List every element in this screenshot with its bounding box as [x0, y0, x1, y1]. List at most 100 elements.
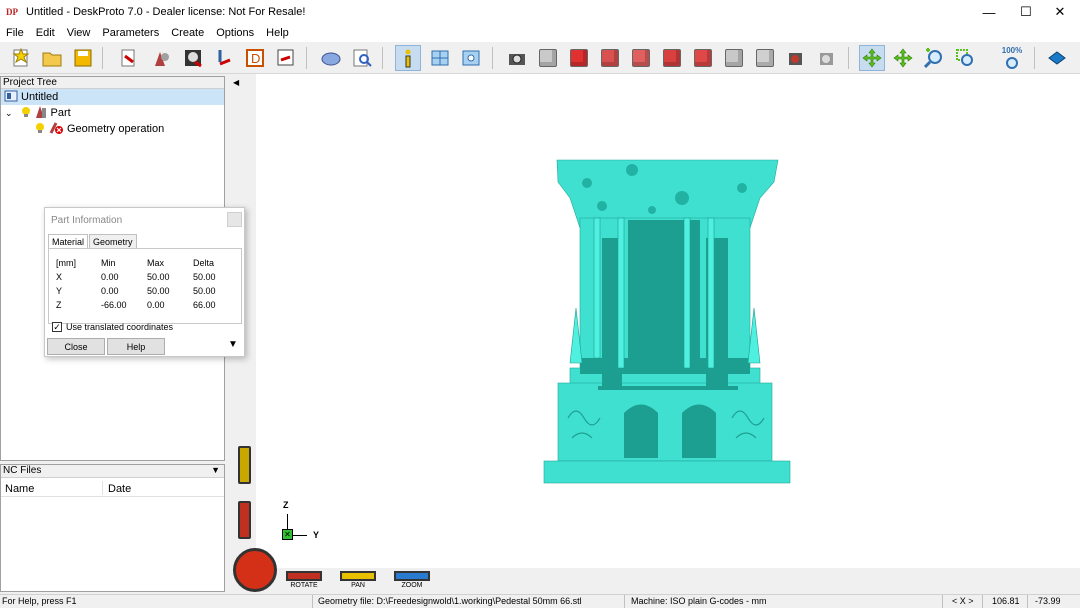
open-folder-icon[interactable]	[39, 45, 65, 71]
app-logo: DP	[6, 7, 18, 17]
view-cube-icon[interactable]	[752, 45, 778, 71]
rotate-view-icon[interactable]	[783, 45, 809, 71]
import-part-icon[interactable]	[116, 45, 142, 71]
menu-view[interactable]: View	[61, 27, 97, 39]
zoom-label: ZOOM	[401, 582, 423, 589]
tree-label-project: Untitled	[21, 91, 59, 103]
dialog-close-icon[interactable]	[227, 212, 242, 227]
pan-slider[interactable]	[340, 571, 376, 581]
info-icon[interactable]	[395, 45, 421, 71]
row-max: 50.00	[147, 286, 170, 296]
nc-column-date[interactable]: Date	[108, 483, 131, 495]
viewports-icon[interactable]	[427, 45, 453, 71]
help-button[interactable]: Help	[107, 338, 165, 355]
rotate-dial-icon[interactable]	[233, 548, 277, 592]
menu-help[interactable]: Help	[260, 27, 295, 39]
nc-files-header: NC Files	[3, 465, 42, 476]
export-icon[interactable]	[273, 45, 299, 71]
rotate-mode-icon[interactable]	[859, 45, 885, 71]
preview-icon[interactable]	[349, 45, 375, 71]
view-right-icon[interactable]	[659, 45, 685, 71]
zoom-100-label: 100%	[1001, 45, 1023, 55]
operation-error-icon	[49, 121, 63, 138]
view-back-icon[interactable]	[597, 45, 623, 71]
tree-item-geometry-operation[interactable]: Geometry operation	[35, 121, 164, 137]
viewport-3d[interactable]: ◀ ROTATE PAN ZOOM Z ✕ Y	[230, 74, 1080, 594]
title-bar: DP Untitled - DeskProto 7.0 - Dealer lic…	[0, 0, 1080, 24]
axis-z-label: Z	[283, 500, 289, 510]
expand-chevron-icon[interactable]: ⌄	[5, 108, 13, 119]
collapse-panel-icon[interactable]: ◀	[233, 78, 239, 87]
viewport-bottom-strip: ROTATE PAN ZOOM	[230, 568, 1080, 594]
menu-create[interactable]: Create	[165, 27, 210, 39]
menu-options[interactable]: Options	[210, 27, 260, 39]
translated-coordinates-checkbox[interactable]: ✓ Use translated coordinates	[52, 322, 173, 332]
menu-parameters[interactable]: Parameters	[96, 27, 165, 39]
zoom-window-icon[interactable]	[952, 45, 978, 71]
view-front-icon[interactable]	[566, 45, 592, 71]
save-icon[interactable]	[70, 45, 96, 71]
zoom-100-icon[interactable]: 100%	[999, 45, 1025, 71]
menu-bar: File Edit View Parameters Create Options…	[0, 24, 1080, 42]
close-window-button[interactable]: ✕	[1037, 0, 1080, 24]
status-help: For Help, press F1	[2, 596, 77, 606]
row-delta: 50.00	[193, 286, 216, 296]
new-file-icon[interactable]	[8, 45, 34, 71]
view-top-icon[interactable]	[690, 45, 716, 71]
manual-icon[interactable]	[1044, 45, 1070, 71]
view-iso-icon[interactable]	[535, 45, 561, 71]
rotate-slider[interactable]	[286, 571, 322, 581]
status-machine: Machine: ISO plain G-codes - mm	[631, 596, 767, 606]
status-y-value: -73.99	[1035, 596, 1061, 606]
menu-file[interactable]: File	[0, 27, 30, 39]
toolbar: D 100%	[0, 42, 1080, 74]
window-title: Untitled - DeskProto 7.0 - Dealer licens…	[26, 6, 306, 18]
menu-edit[interactable]: Edit	[30, 27, 61, 39]
image-operation-icon[interactable]	[180, 45, 206, 71]
zoom-mode-icon[interactable]	[921, 45, 947, 71]
table-header-max: Max	[147, 258, 165, 268]
rotate-wheel-icon[interactable]	[238, 501, 251, 539]
dimensions-table: [mm] Min Max Delta X 0.00 50.00 50.00 Y …	[48, 248, 242, 324]
single-viewport-icon[interactable]	[458, 45, 484, 71]
tree-item-part[interactable]: ⌄ Part	[5, 105, 71, 121]
pan-mode-icon[interactable]	[890, 45, 916, 71]
row-max: 0.00	[147, 300, 165, 310]
part-information-dialog: Part Information Material Geometry [mm] …	[44, 207, 245, 357]
status-bar: For Help, press F1 Geometry file: D:\Fre…	[0, 594, 1080, 608]
zoom-slider[interactable]	[394, 571, 430, 581]
bulb-icon[interactable]	[35, 122, 45, 137]
simulation-icon[interactable]	[318, 45, 344, 71]
bulb-icon[interactable]	[21, 106, 31, 121]
tab-geometry[interactable]: Geometry	[89, 234, 137, 249]
view-bottom-icon[interactable]	[721, 45, 747, 71]
row-delta: 66.00	[193, 300, 216, 310]
pedestal-model[interactable]	[542, 158, 792, 484]
axis-y-label: Y	[313, 530, 320, 540]
part-node-icon	[35, 105, 47, 122]
row-axis: Y	[56, 286, 63, 296]
tab-material[interactable]: Material	[48, 234, 89, 249]
camera-icon[interactable]	[504, 45, 530, 71]
view-left-icon[interactable]	[628, 45, 654, 71]
part-icon[interactable]	[148, 45, 174, 71]
row-axis: Z	[56, 300, 62, 310]
pan-wheel-icon[interactable]	[238, 446, 251, 484]
axis-x-icon: ✕	[282, 529, 293, 540]
drawing-operation-icon[interactable]: D	[242, 45, 268, 71]
close-button[interactable]: Close	[47, 338, 105, 355]
tool-operation-icon[interactable]	[211, 45, 237, 71]
tree-item-project[interactable]: Untitled	[1, 89, 224, 105]
nc-files-dropdown-icon[interactable]: ▼	[211, 465, 220, 475]
reset-view-icon[interactable]	[814, 45, 840, 71]
tree-label-geometry-operation: Geometry operation	[67, 123, 165, 135]
pan-label: PAN	[351, 582, 365, 589]
expand-dialog-icon[interactable]: ▼	[228, 339, 238, 350]
table-header-unit: [mm]	[56, 258, 76, 268]
row-min: 0.00	[101, 286, 119, 296]
row-min: 0.00	[101, 272, 119, 282]
checkbox-check-icon[interactable]: ✓	[52, 322, 62, 332]
table-header-delta: Delta	[193, 258, 215, 268]
tree-label-part: Part	[50, 107, 71, 119]
nc-column-name[interactable]: Name	[5, 483, 34, 495]
